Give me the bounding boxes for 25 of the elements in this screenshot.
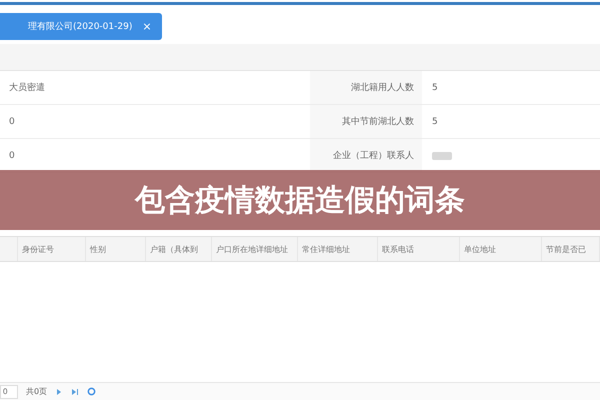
next-icon[interactable] bbox=[55, 388, 64, 396]
column-header: 户口所在地详细地址 bbox=[216, 244, 288, 254]
page-field[interactable]: 0 bbox=[0, 384, 18, 398]
field-label: 其中节前湖北人数 bbox=[310, 105, 422, 138]
page-count: 共0页 bbox=[26, 386, 48, 397]
field-value: 0 bbox=[8, 116, 16, 128]
column-header: 身份证号 bbox=[22, 244, 54, 254]
column-header: 单位地址 bbox=[464, 244, 496, 254]
column-header: 户籍（具体到 bbox=[150, 244, 198, 254]
last-icon[interactable] bbox=[71, 388, 80, 396]
close-icon[interactable]: × bbox=[142, 20, 152, 33]
tab[interactable]: 理有限公司(2020-01-29) × bbox=[0, 13, 162, 40]
refresh-icon[interactable] bbox=[87, 387, 96, 396]
column-header: 常住详细地址 bbox=[302, 244, 350, 254]
field-value: 0 bbox=[8, 150, 16, 162]
field-label: 企业（工程）联系人 bbox=[310, 139, 422, 172]
column-header: 联系电话 bbox=[382, 244, 414, 254]
column-header: 性别 bbox=[90, 244, 106, 254]
redacted-block bbox=[432, 152, 452, 160]
field-label: 湖北籍用人人数 bbox=[310, 71, 422, 104]
column-header: 节前是否已 bbox=[546, 244, 586, 254]
field-value: 大员密遣 bbox=[8, 82, 46, 95]
caption-banner: 包含疫情数据造假的词条 bbox=[0, 170, 600, 230]
field-value: 5 bbox=[431, 82, 439, 94]
field-value: 5 bbox=[431, 116, 439, 128]
